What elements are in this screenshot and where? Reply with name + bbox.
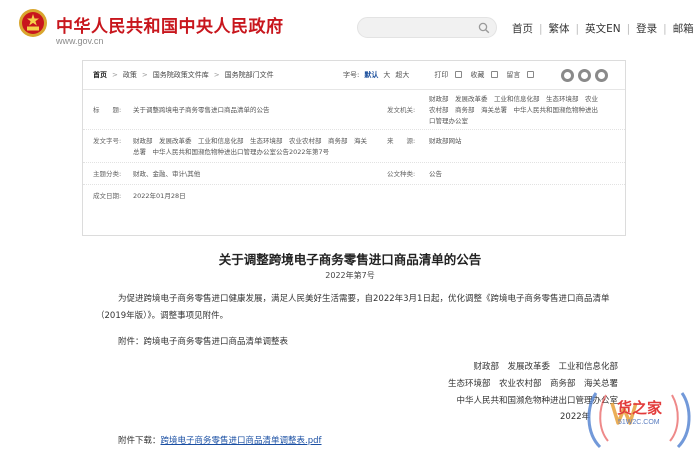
search-input[interactable] [366,20,476,35]
subject-value: 财政、金融、审计\其他 [133,170,201,178]
issuer-value-line-2: 农村部 商务部 海关总署 中华人民共和国濒危物种进出 [429,106,598,114]
breadcrumb-policy[interactable]: 政策 [123,70,137,80]
docno-value-line-1: 财政部 发展改革委 工业和信息化部 生态环境部 农业农村部 商务部 海关 [133,137,367,145]
breadcrumb-separator: > [213,71,220,79]
signer-line-1: 财政部 发展改革委 工业和信息化部 [473,362,618,372]
download-section: 附件下载：跨境电子商务零售进口商品清单调整表.pdf [118,434,322,446]
meta-row-docno: 发文字号: 财政部 发展改革委 工业和信息化部 生态环境部 农业农村部 商务部 … [83,130,625,163]
meta-row-subject: 主题分类: 财政、金融、审计\其他 公文种类: 公告 [83,163,625,185]
breadcrumb-home[interactable]: 首页 [93,70,107,80]
meta-row-date: 成文日期: 2022年01月28日 [83,185,625,207]
keep-button[interactable]: 留言 [506,70,520,80]
search-icon[interactable] [478,22,490,34]
wechat-icon[interactable] [578,69,591,82]
attachment-note: 附件：跨境电子商务零售进口商品清单调整表 [118,337,289,347]
breadcrumb-separator: > [141,71,148,79]
font-size-large[interactable]: 大 [383,70,390,80]
article-tools: 字号: 默认大超大 打印 收藏 留言 [343,70,542,80]
document-info-card: 首页 > 政策 > 国务院政策文件库 > 国务院部门文件 字号: 默认大超大 打印 收藏 留言 标 … [82,60,626,236]
nav-separator: | [663,23,667,35]
source-value: 财政部网站 [429,137,462,145]
docno-value-line-2: 总署 中华人民共和国濒危物种进出口管理办公室公告2022年第7号 [133,148,330,156]
issuer-value-line-1: 财政部 发展改革委 工业和信息化部 生态环境部 农业 [429,95,598,103]
site-url: www.gov.cn [56,36,104,46]
comment-icon[interactable] [527,71,535,78]
article-number: 2022年第7号 [325,271,375,280]
national-emblem-icon[interactable] [18,8,48,38]
docno-label: 发文字号: [93,137,122,145]
nav-login[interactable]: 登录 [636,21,657,36]
breadcrumb: 首页 > 政策 > 国务院政策文件库 > 国务院部门文件 [93,70,274,80]
download-pdf-link[interactable]: 跨境电子商务零售进口商品清单调整表.pdf [161,436,322,446]
breadcrumb-separator: > [112,71,118,79]
issuer-label: 发文机关: [387,106,416,114]
nav-separator: | [575,23,580,35]
title-label: 标 题: [93,106,122,114]
nav-mail[interactable]: 邮箱 [673,21,694,36]
font-size-default[interactable]: 默认 [364,70,378,80]
source-label: 来 源: [387,137,416,145]
nav-home[interactable]: 首页 [512,21,533,36]
print-icon[interactable] [455,71,463,78]
breadcrumb-policy-library[interactable]: 国务院政策文件库 [153,70,209,80]
nav-separator: | [626,23,631,35]
doctype-label: 公文种类: [387,170,416,178]
issuer-value-line-3: 口管理办公室 [429,117,468,125]
weibo-icon[interactable] [561,69,574,82]
date-value: 2022年01月28日 [133,192,186,200]
nav-english[interactable]: 英文EN [585,21,621,36]
breadcrumb-department-docs[interactable]: 国务院部门文件 [225,70,274,80]
title-value: 关于调整跨境电子商务零售进口商品清单的公告 [133,106,270,114]
watermark-text: 货之家 [617,399,663,417]
subject-label: 主题分类: [93,170,122,178]
nav-traditional[interactable]: 繁体 [549,21,570,36]
qzone-icon[interactable] [595,69,608,82]
article-paragraph: 为促进跨境电子商务零售进口健康发展，满足人民美好生活需要，自2022年3月1日起… [96,294,610,321]
favorite-button[interactable]: 收藏 [470,70,484,80]
watermark-url: 51W2C.COM [618,419,660,426]
site-header: 中华人民共和国中央人民政府 www.gov.cn 首页 | 繁体 | 英文EN | 登录 | 邮… [0,0,700,56]
font-size-xlarge[interactable]: 超大 [395,70,409,80]
star-icon[interactable] [491,71,499,78]
meta-row-title: 标 题: 关于调整跨境电子商务零售进口商品清单的公告 发文机关: 财政部 发展改… [83,90,625,130]
download-label: 附件下载： [118,436,161,446]
date-label: 成文日期: [93,192,122,200]
metadata-table: 标 题: 关于调整跨境电子商务零售进口商品清单的公告 发文机关: 财政部 发展改… [83,89,625,207]
share-buttons [561,67,612,86]
site-title[interactable]: 中华人民共和国中央人民政府 [56,12,284,37]
top-nav: 首页 | 繁体 | 英文EN | 登录 | 邮箱 [512,21,694,36]
nav-separator: | [539,23,543,35]
search-box[interactable] [357,17,497,38]
article-title: 关于调整跨境电子商务零售进口商品清单的公告 [218,252,482,267]
font-size-label: 字号: [343,71,360,79]
print-button[interactable]: 打印 [434,70,448,80]
doctype-value: 公告 [429,170,442,178]
